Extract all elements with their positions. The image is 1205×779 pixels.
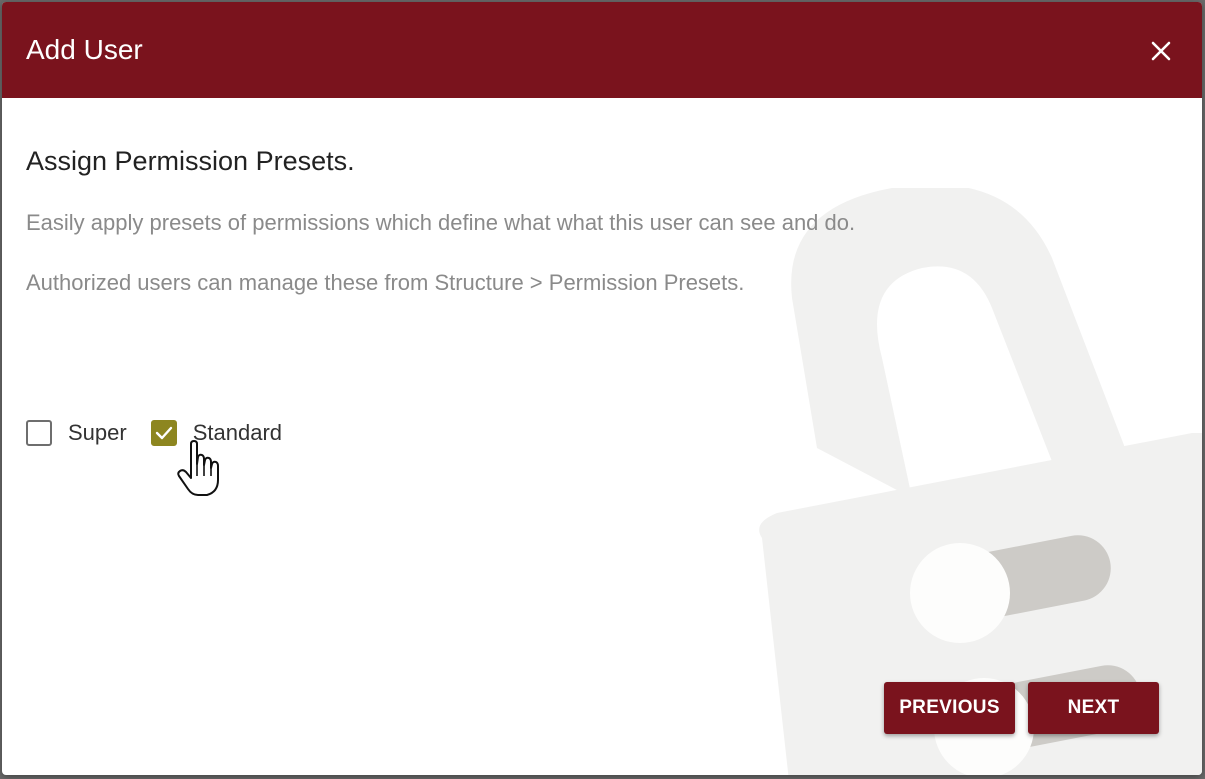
standard-label: Standard bbox=[192, 420, 283, 445]
dialog-title: Add User bbox=[26, 34, 143, 65]
preset-standard[interactable]: Standard bbox=[150, 420, 283, 446]
standard-checkbox[interactable] bbox=[150, 420, 177, 446]
hand-pointer-icon bbox=[177, 440, 219, 496]
super-checkbox[interactable] bbox=[26, 420, 52, 446]
section-heading: Assign Permission Presets. bbox=[26, 146, 355, 176]
next-button[interactable]: NEXT bbox=[1028, 682, 1159, 734]
dialog-body: Assign Permission Presets. Easily apply … bbox=[2, 98, 1202, 775]
dialog-header: Add User bbox=[2, 2, 1202, 98]
super-label: Super bbox=[68, 420, 127, 445]
close-icon bbox=[1151, 41, 1171, 61]
preset-checkbox-group: Super Standard bbox=[26, 420, 306, 446]
description-text: Easily apply presets of permissions whic… bbox=[26, 210, 856, 235]
checkmark-icon bbox=[155, 426, 172, 440]
preset-super[interactable]: Super bbox=[26, 420, 127, 446]
previous-button[interactable]: PREVIOUS bbox=[884, 682, 1015, 734]
description-path-text: Authorized users can manage these from S… bbox=[26, 270, 745, 295]
add-user-dialog: Add User Assign Permission Presets. Easi… bbox=[2, 2, 1202, 775]
close-button[interactable] bbox=[1146, 36, 1176, 66]
